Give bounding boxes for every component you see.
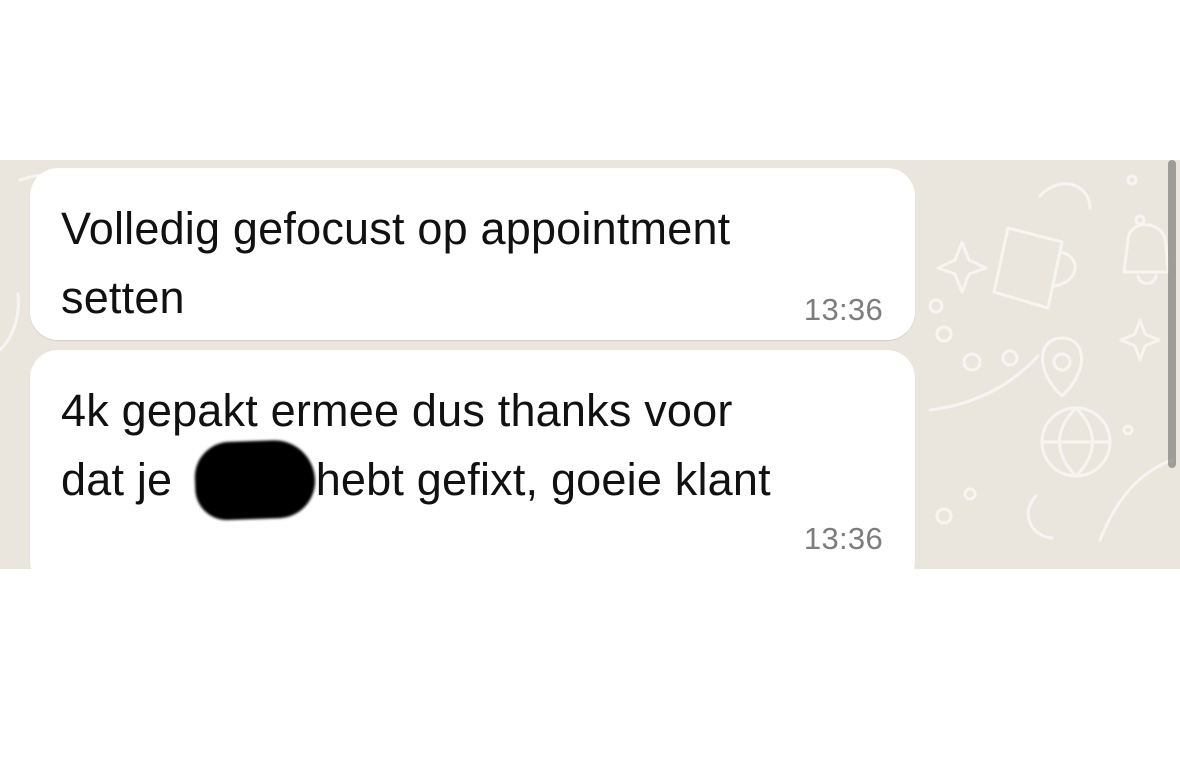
vertical-scrollbar[interactable] — [1168, 160, 1176, 468]
incoming-message-bubble[interactable]: Volledig gefocust op appointment setten … — [30, 168, 915, 340]
message-line: 4k gepakt ermee dus thanks voor — [61, 385, 733, 436]
message-line: Volledig gefocust op appointment — [61, 203, 731, 254]
star-icon — [936, 240, 988, 294]
message-line: dat je hebt gefixt, goeie klant — [61, 445, 771, 514]
bell-icon — [1122, 223, 1170, 285]
chat-screenshot-crop: Volledig gefocust op appointment setten … — [0, 160, 1180, 569]
basketball-icon — [1040, 406, 1112, 478]
dots-icon — [928, 174, 1146, 525]
cup-icon — [992, 226, 1077, 310]
star-icon — [1119, 318, 1161, 362]
page: Volledig gefocust op appointment setten … — [0, 0, 1180, 771]
message-line: setten — [61, 272, 185, 323]
map-pin-icon — [1041, 336, 1083, 398]
incoming-message-bubble[interactable]: 4k gepakt ermee dus thanks voor dat je h… — [30, 350, 915, 569]
message-fragment: hebt gefixt, goeie klant — [315, 454, 771, 505]
message-text: 4k gepakt ermee dus thanks voor dat je h… — [61, 376, 771, 514]
message-fragment: dat je — [61, 454, 173, 505]
redaction-scribble — [193, 438, 317, 522]
message-timestamp: 13:36 — [803, 521, 883, 556]
message-timestamp: 13:36 — [803, 292, 883, 327]
message-text: Volledig gefocust op appointment setten — [61, 194, 730, 332]
